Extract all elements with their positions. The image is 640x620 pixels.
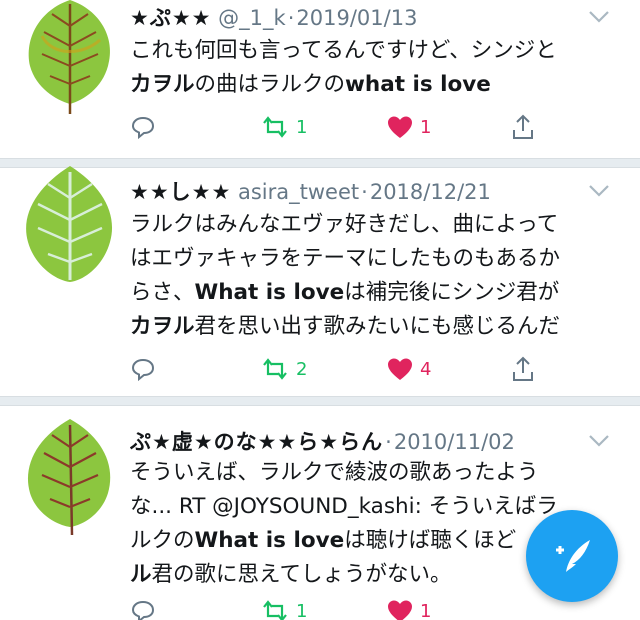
text-segment: ラルクはみんなエヴァ好きだし、曲によって bbox=[130, 212, 559, 237]
heart-icon bbox=[388, 116, 412, 138]
text-segment: 君の歌に思えてしょうがない。 bbox=[151, 562, 452, 587]
retweet-icon bbox=[263, 600, 287, 620]
tweet-date[interactable]: 2018/12/21 bbox=[370, 180, 491, 204]
share-icon bbox=[513, 114, 533, 139]
text-segment: な... RT @JOYSOUND_kashi: そういえばラ bbox=[130, 494, 558, 519]
like-count: 4 bbox=[420, 358, 432, 380]
like-button[interactable]: 4 bbox=[386, 354, 431, 384]
retweet-button[interactable]: 2 bbox=[260, 354, 307, 384]
retweet-count: 1 bbox=[296, 600, 308, 620]
text-segment: の曲はラルクの bbox=[194, 72, 346, 97]
chevron-down-icon[interactable] bbox=[586, 6, 612, 26]
text-segment: ルクの bbox=[130, 528, 195, 553]
user-handle[interactable]: @_1_k bbox=[218, 6, 286, 30]
retweet-count: 2 bbox=[296, 358, 308, 380]
text-segment: 君を思い出す歌みたいにも感じるんだ bbox=[194, 314, 561, 339]
text-segment: はエヴァキャラをテーマにしたものもあるか bbox=[130, 246, 561, 271]
reply-button[interactable] bbox=[130, 596, 162, 620]
separator-dot: · bbox=[361, 180, 368, 204]
tweet-text: ラルクはみんなエヴァ好きだし、曲によって はエヴァキャラをテーマにしたものもあるか… bbox=[130, 208, 616, 344]
avatar-leaf-icon[interactable] bbox=[22, 148, 118, 296]
tweet-text-line: ラルクはみんなエヴァ好きだし、曲によって bbox=[130, 208, 616, 242]
separator-dot: · bbox=[385, 430, 392, 454]
tweet-actions: 1 1 bbox=[130, 112, 600, 142]
like-button[interactable]: 1 bbox=[386, 112, 431, 142]
highlighted-keyword: カヲル bbox=[130, 314, 195, 339]
reply-button[interactable] bbox=[130, 354, 162, 384]
tweet-1[interactable]: ★ぷ★★ @_1_k·2019/01/13 これも何回も言ってるんですけど、シン… bbox=[0, 0, 640, 158]
tweet-date[interactable]: 2010/11/02 bbox=[394, 430, 515, 454]
user-handle[interactable]: asira_tweet bbox=[238, 180, 359, 204]
tweet-actions: 2 4 bbox=[130, 354, 600, 384]
retweet-icon bbox=[263, 116, 287, 138]
highlighted-keyword: What is love bbox=[194, 528, 345, 553]
like-count: 1 bbox=[420, 116, 432, 138]
tweet-text: これも何回も言ってるんですけど、シンジと カヲルの曲はラルクのwhat is lo… bbox=[130, 34, 616, 102]
heart-icon bbox=[388, 600, 412, 620]
heart-icon bbox=[388, 358, 412, 380]
tweet-actions: 1 1 bbox=[130, 596, 600, 620]
reply-icon bbox=[131, 600, 155, 620]
share-button[interactable] bbox=[510, 112, 536, 142]
text-segment: らさ、 bbox=[130, 280, 195, 305]
compose-tweet-icon bbox=[556, 540, 590, 572]
text-segment: は聴けば聴くほど bbox=[344, 528, 517, 553]
text-segment: これも何回も言ってるんですけど、シンジと bbox=[130, 38, 557, 63]
chevron-down-icon[interactable] bbox=[586, 430, 612, 450]
retweet-button[interactable]: 1 bbox=[260, 596, 307, 620]
text-segment: そういえば、ラルクで綾波の歌あったよう bbox=[130, 460, 539, 485]
text-segment: は補完後にシンジ君が bbox=[344, 280, 560, 305]
chevron-down-icon[interactable] bbox=[586, 180, 612, 200]
avatar-leaf-icon[interactable] bbox=[22, 400, 118, 550]
tweet-text-line: カヲル君を思い出す歌みたいにも感じるんだ bbox=[130, 310, 616, 344]
like-count: 1 bbox=[420, 600, 432, 620]
like-button[interactable]: 1 bbox=[386, 596, 431, 620]
retweet-icon bbox=[263, 358, 287, 380]
tweet-text-line: そういえば、ラルクで綾波の歌あったよう bbox=[130, 456, 616, 490]
reply-icon bbox=[131, 358, 155, 382]
display-name[interactable]: ★ぷ★★ bbox=[130, 6, 211, 30]
retweet-button[interactable]: 1 bbox=[260, 112, 307, 142]
highlighted-keyword: What is love bbox=[194, 280, 345, 305]
share-icon bbox=[513, 356, 533, 381]
tweet-2[interactable]: ★★し★★ asira_tweet·2018/12/21 ラルクはみんなエヴァ好… bbox=[0, 166, 640, 400]
display-name[interactable]: ぷ★虚★のな★★ら★らん bbox=[130, 430, 383, 454]
separator-dot: · bbox=[287, 6, 295, 30]
tweet-text-line: これも何回も言ってるんですけど、シンジと bbox=[130, 34, 616, 68]
avatar-leaf-icon[interactable] bbox=[22, 0, 118, 116]
tweet-text-line: カヲルの曲はラルクのwhat is love bbox=[130, 68, 616, 102]
tweet-header: ★★し★★ asira_tweet·2018/12/21 bbox=[130, 176, 580, 212]
display-name[interactable]: ★★し★★ bbox=[130, 180, 231, 204]
highlighted-keyword: ル bbox=[130, 562, 152, 587]
tweet-text-line: らさ、What is loveは補完後にシンジ君が bbox=[130, 276, 616, 310]
reply-icon bbox=[131, 116, 155, 140]
tweet-header: ★ぷ★★ @_1_k·2019/01/13 bbox=[130, 2, 580, 38]
tweet-date[interactable]: 2019/01/13 bbox=[296, 6, 417, 30]
retweet-count: 1 bbox=[296, 116, 308, 138]
compose-tweet-button[interactable] bbox=[526, 510, 618, 602]
highlighted-keyword: カヲル bbox=[130, 72, 195, 97]
reply-button[interactable] bbox=[130, 112, 162, 142]
tweet-text-line: はエヴァキャラをテーマにしたものもあるか bbox=[130, 242, 616, 276]
share-button[interactable] bbox=[510, 354, 536, 384]
highlighted-keyword: what is love bbox=[345, 72, 491, 97]
